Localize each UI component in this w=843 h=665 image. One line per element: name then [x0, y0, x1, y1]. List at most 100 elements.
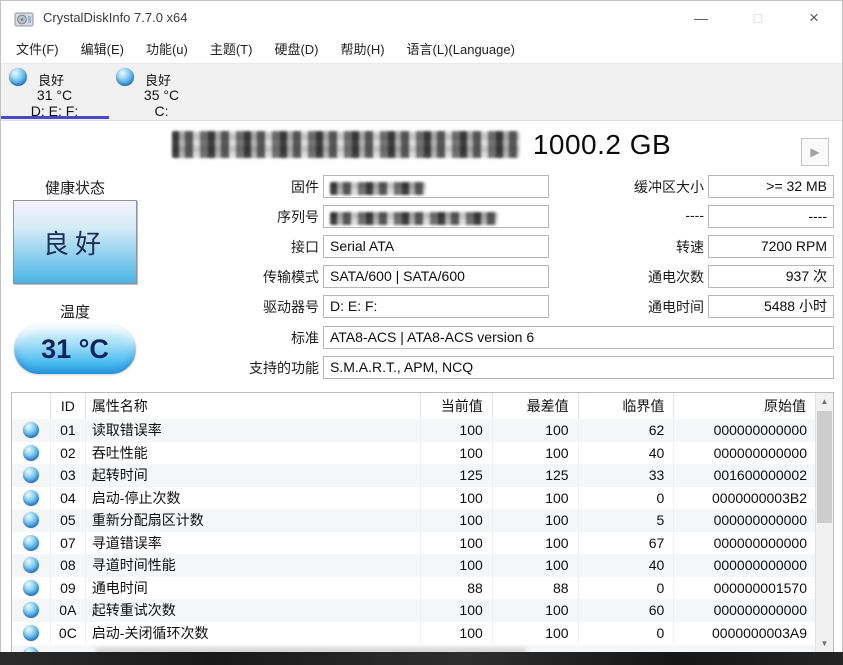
cell-id: 0A [51, 599, 86, 622]
cell-id: 01 [51, 419, 86, 442]
header-raw: 原始值 [674, 393, 816, 419]
field-label: 缓冲区大小 [634, 179, 704, 195]
cell-worst: 100 [493, 599, 579, 622]
cell-current: 88 [421, 576, 493, 599]
redacted-serial [330, 212, 498, 225]
temperature-indicator[interactable]: 31 °C [14, 324, 136, 374]
cell-threshold: 0 [579, 486, 675, 509]
field-value-box [323, 175, 549, 198]
status-orb-icon [12, 554, 51, 577]
disk-size: 1000.2 GB [532, 129, 672, 160]
cell-worst: 100 [493, 621, 579, 644]
cell-raw: 000000000000 [713, 534, 807, 551]
menu-theme[interactable]: 主题(T) [199, 37, 264, 63]
desktop-strip [0, 652, 843, 665]
menu-disk[interactable]: 硬盘(D) [263, 37, 329, 63]
drive-status-orb-icon [9, 68, 27, 86]
cell-raw: 000000000000 [713, 422, 807, 439]
cell-raw: 000000001570 [713, 579, 807, 596]
minimize-button[interactable]: — [678, 1, 724, 35]
drive-tab-temp: 31 °C [36, 87, 73, 103]
field-value-box: Serial ATA [323, 235, 549, 258]
cell-attribute-name: 寻道时间性能 [86, 554, 421, 577]
field-label: 传输模式 [263, 269, 319, 285]
drive-tab-c[interactable]: 良好 35 °C C: [108, 64, 215, 120]
cell-raw: 0000000003B2 [712, 489, 807, 506]
partial-row [12, 645, 816, 652]
cell-id: 09 [51, 576, 86, 599]
field-value-box: SATA/600 | SATA/600 [323, 265, 549, 288]
cell-threshold: 5 [579, 509, 675, 532]
drive-status-orb-icon [116, 68, 134, 86]
cell-current: 100 [421, 599, 493, 622]
field-value-box [323, 205, 549, 228]
scroll-down-icon[interactable]: ▼ [816, 635, 833, 652]
cell-current: 100 [421, 621, 493, 644]
table-row: 03 起转时间 125 125 33 001600000002 [12, 464, 816, 487]
app-icon [14, 12, 34, 27]
cell-attribute-name: 启动-关闭循环次数 [86, 621, 421, 644]
menu-bar: 文件(F) 编辑(E) 功能(u) 主题(T) 硬盘(D) 帮助(H) 语言(L… [1, 37, 842, 64]
menu-help[interactable]: 帮助(H) [330, 37, 396, 63]
cell-worst: 100 [493, 419, 579, 442]
maximize-button[interactable]: □ [735, 1, 781, 35]
window-title: CrystalDiskInfo 7.7.0 x64 [43, 10, 188, 25]
status-orb-icon [12, 599, 51, 622]
table-row: 07 寻道错误率 100 100 67 000000000000 [12, 531, 816, 554]
next-drive-button[interactable]: ▶ [801, 138, 829, 166]
field-value-box: S.M.A.R.T., APM, NCQ [323, 356, 834, 379]
field-value-box: 7200 RPM [708, 235, 834, 258]
cell-raw: 001600000002 [713, 467, 807, 484]
cell-id: 05 [51, 509, 86, 532]
redacted-firmware [330, 182, 426, 195]
cell-attribute-name: 吞吐性能 [86, 441, 421, 464]
close-button[interactable]: × [791, 1, 837, 35]
field-value-box: 5488 小时 [708, 295, 834, 318]
cell-threshold: 33 [579, 464, 675, 487]
menu-language[interactable]: 语言(L)(Language) [396, 37, 526, 63]
field-label: 接口 [291, 239, 319, 255]
menu-function[interactable]: 功能(u) [135, 37, 199, 63]
field-label: 标准 [291, 330, 319, 346]
cell-id: 02 [51, 441, 86, 464]
cell-threshold: 0 [579, 576, 675, 599]
scroll-up-icon[interactable]: ▲ [816, 393, 833, 410]
cell-attribute-name: 起转时间 [86, 464, 421, 487]
table-row: 0C 启动-关闭循环次数 100 100 0 0000000003A9 [12, 621, 816, 644]
header-id: ID [51, 393, 86, 419]
scrollbar-thumb[interactable] [817, 411, 832, 523]
cell-current: 100 [421, 531, 493, 554]
cell-id: 0C [51, 621, 86, 644]
cell-threshold: 67 [579, 531, 675, 554]
cell-threshold: 40 [579, 441, 675, 464]
table-scrollbar[interactable]: ▲ ▼ [815, 393, 833, 652]
menu-edit[interactable]: 编辑(E) [70, 37, 135, 63]
menu-file[interactable]: 文件(F) [5, 37, 70, 63]
field-label: 驱动器号 [263, 299, 319, 315]
health-status-button[interactable]: 良好 [13, 200, 137, 284]
cell-id: 07 [51, 531, 86, 554]
smart-table-body: 01 读取错误率 100 100 62 000000000000 02 吞吐性能… [12, 419, 816, 652]
drive-tab-temp: 35 °C [143, 87, 180, 103]
status-orb-icon [12, 419, 51, 442]
cell-id: 04 [51, 486, 86, 509]
smart-header-row: ID 属性名称 当前值 最差值 临界值 原始值 [12, 393, 816, 420]
table-row: 01 读取错误率 100 100 62 000000000000 [12, 419, 816, 442]
status-orb-icon [12, 621, 51, 644]
cell-current: 100 [421, 419, 493, 442]
cell-current: 100 [421, 486, 493, 509]
field-label: ---- [685, 207, 704, 223]
cell-threshold: 62 [579, 419, 675, 442]
crystaldiskinfo-window: CrystalDiskInfo 7.7.0 x64 — □ × 文件(F) 编辑… [0, 0, 843, 653]
cell-threshold: 60 [579, 599, 675, 622]
drive-tab-def[interactable]: 良好 31 °C D: E: F: [1, 64, 109, 120]
cell-worst: 100 [493, 554, 579, 577]
screen: CrystalDiskInfo 7.7.0 x64 — □ × 文件(F) 编辑… [0, 0, 843, 665]
cell-raw: 000000000000 [713, 602, 807, 619]
selected-tab-indicator [1, 116, 109, 119]
field-label: 通电次数 [648, 269, 704, 285]
cell-attribute-name: 启动-停止次数 [86, 486, 421, 509]
drive-tab-strip: 良好 31 °C D: E: F: 良好 35 °C C: [1, 64, 842, 121]
table-row: 08 寻道时间性能 100 100 40 000000000000 [12, 554, 816, 577]
cell-attribute-name: 起转重试次数 [86, 599, 421, 622]
